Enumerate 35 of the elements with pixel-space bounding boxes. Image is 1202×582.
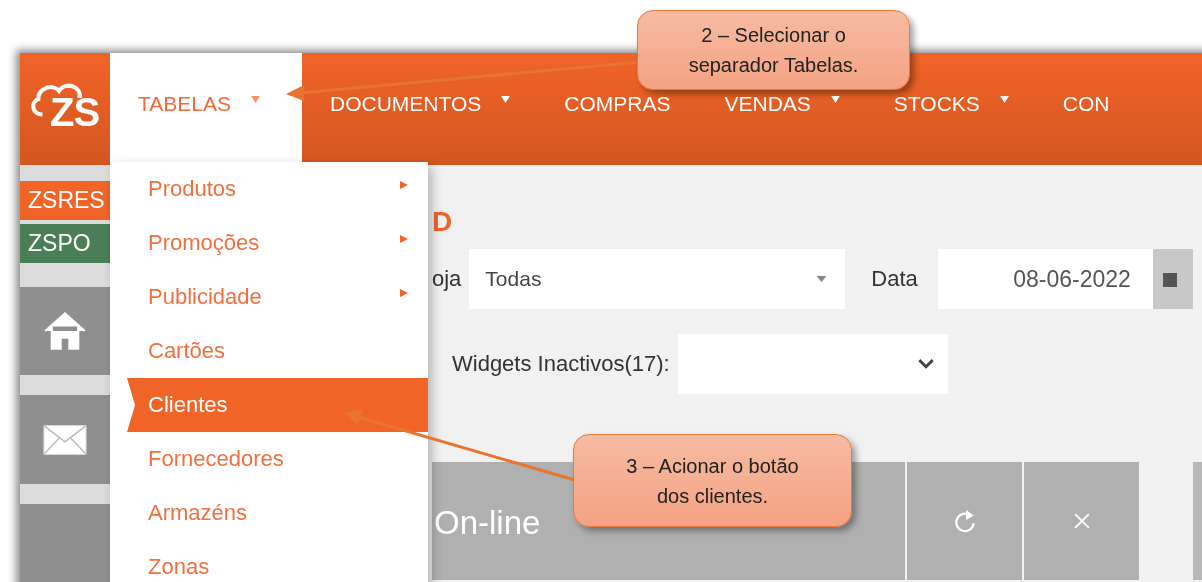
close-icon [1073,513,1090,529]
menu-item[interactable]: Zonas [110,540,428,582]
menu-item[interactable]: Publicidade [110,270,428,324]
page-title: D [432,205,454,239]
sidebar-tile[interactable] [20,504,110,582]
menu-item[interactable]: Cartões [110,324,428,378]
callout: 2 – Selecionar o separador Tabelas. [637,10,910,90]
home-icon [43,311,87,352]
widgets-select[interactable] [677,334,948,394]
nav-tab[interactable]: STOCKS [893,92,1009,116]
sidebar-tile[interactable] [20,286,110,376]
calendar-icon [1162,271,1177,287]
store-label: oja [432,266,462,292]
refresh-button[interactable] [907,462,1022,580]
widgets-label: Widgets Inactivos(17): [452,351,670,377]
menu-item[interactable]: Armazéns [110,486,428,540]
chevron-icon [917,359,934,369]
nav-tab[interactable]: TABELAS [110,53,302,165]
nav-tab[interactable]: CON [1062,92,1110,116]
menu-item[interactable]: Clientes [127,378,428,432]
menu-item[interactable]: Fornecedores [110,432,428,486]
date-label: Data [871,266,918,292]
nav-tab[interactable]: VENDAS [724,92,840,116]
date-field[interactable]: 08-06-2022 [937,249,1153,309]
callout: 3 – Acionar o botão dos clientes. [573,434,852,527]
logo-text: ZS [50,89,100,135]
calendar-button[interactable] [1152,249,1193,309]
sidebar-tile[interactable] [20,395,110,485]
caret-icon [816,276,828,282]
nav-tab[interactable]: DOCUMENTOS [330,92,511,116]
store-select[interactable]: Todas [469,249,846,309]
panel-title: On-line [434,504,541,542]
nav-tab[interactable]: COMPRAS [564,92,671,116]
refresh-icon [953,509,976,533]
close-button[interactable] [1024,462,1139,580]
